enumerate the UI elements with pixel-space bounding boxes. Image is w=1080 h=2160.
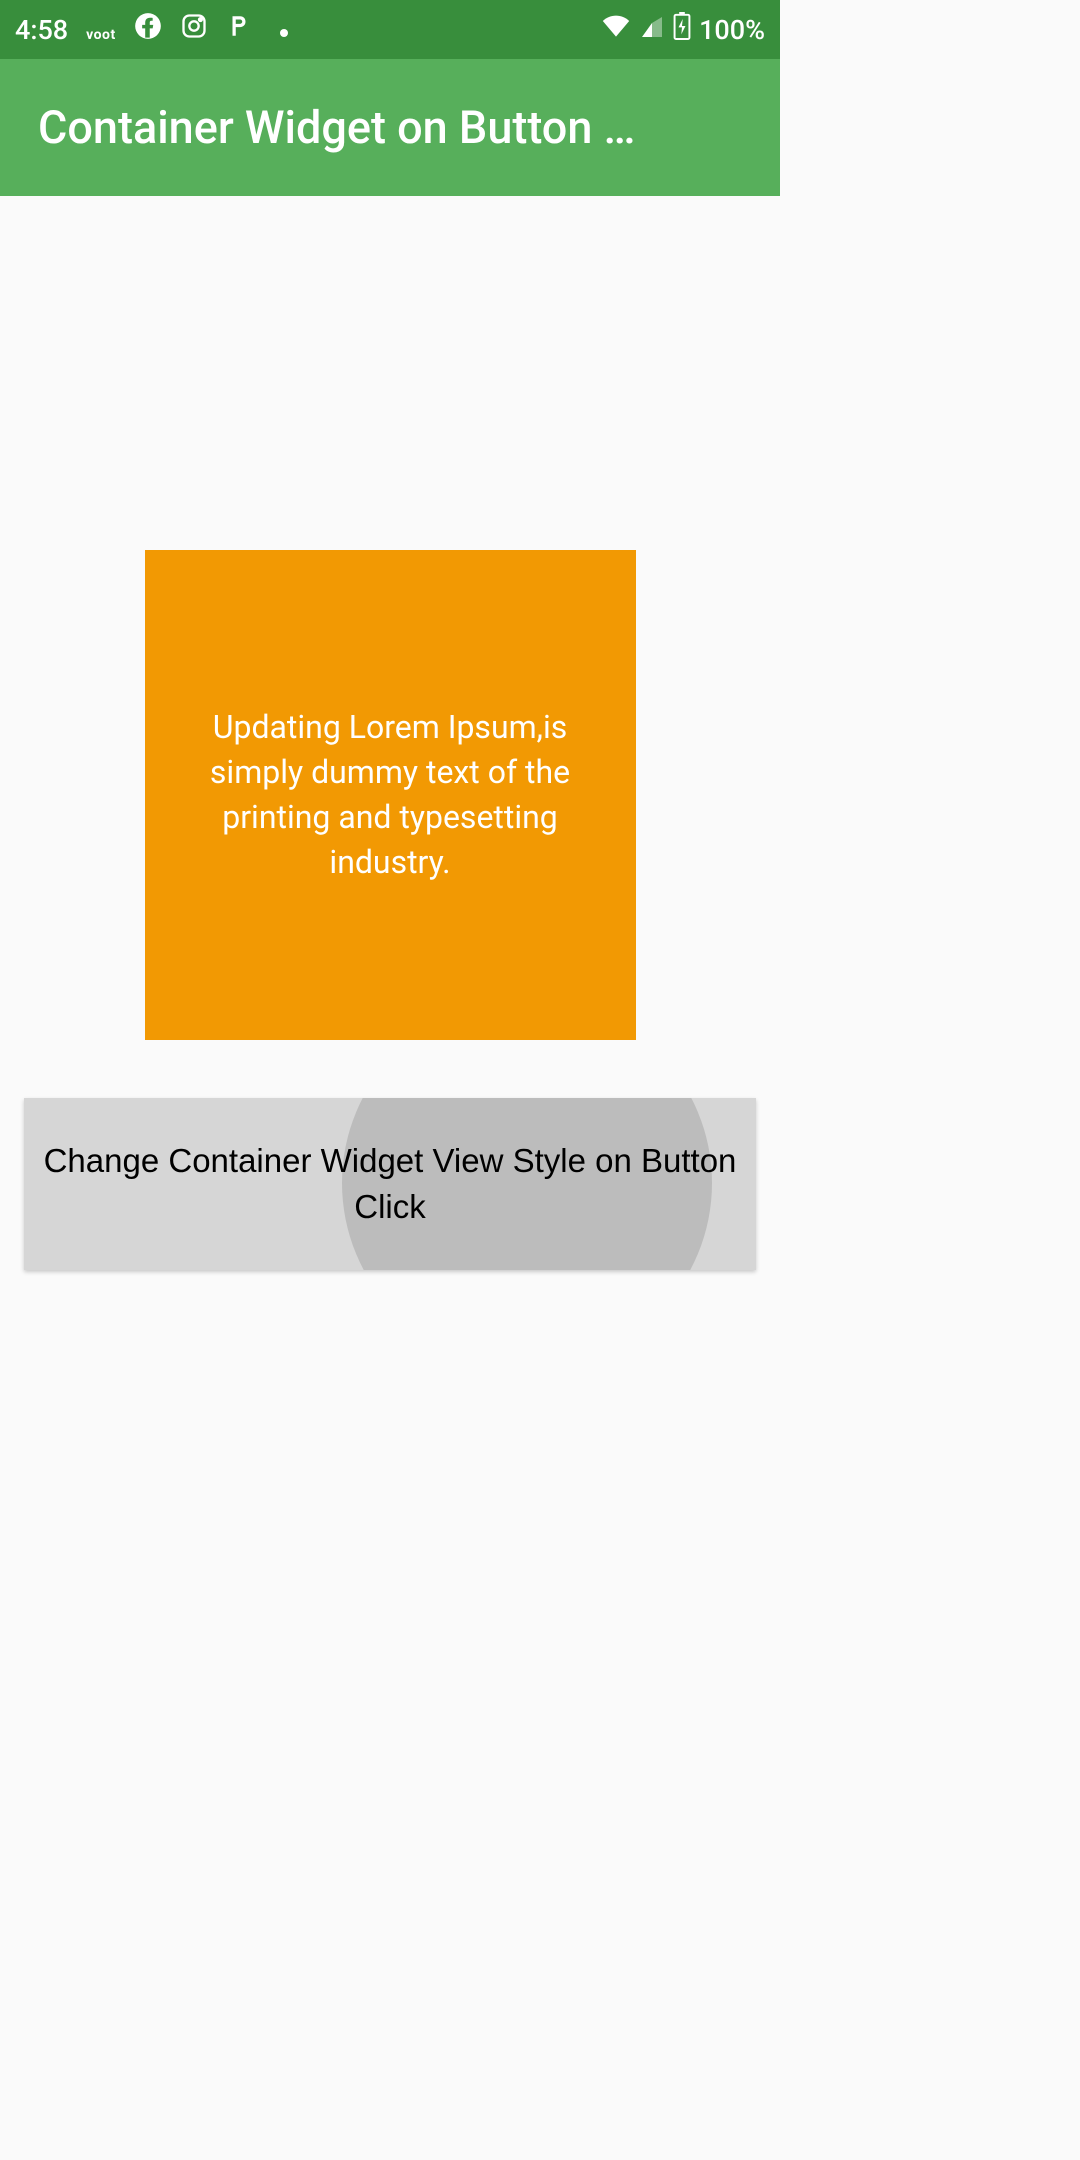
status-time: 4:58 xyxy=(15,14,68,46)
facebook-icon xyxy=(134,12,162,47)
app-bar-title: Container Widget on Button … xyxy=(38,101,742,154)
status-right: 100% xyxy=(601,12,765,47)
button-label: Change Container Widget View Style on Bu… xyxy=(24,1138,756,1230)
content-area: Updating Lorem Ipsum,is simply dummy tex… xyxy=(0,196,780,1560)
app-bar: Container Widget on Button … xyxy=(0,59,780,196)
battery-percent: 100% xyxy=(699,14,765,46)
wifi-icon xyxy=(601,14,631,46)
change-style-button[interactable]: Change Container Widget View Style on Bu… xyxy=(24,1098,756,1270)
p-icon xyxy=(226,13,252,46)
notification-dot-icon xyxy=(280,29,288,37)
status-left: 4:58 voot xyxy=(15,12,288,47)
container-text: Updating Lorem Ipsum,is simply dummy tex… xyxy=(175,705,606,884)
voot-icon: voot xyxy=(86,14,116,46)
instagram-icon xyxy=(180,12,208,47)
container-widget: Updating Lorem Ipsum,is simply dummy tex… xyxy=(145,550,636,1040)
signal-icon xyxy=(639,14,665,46)
status-bar: 4:58 voot 100% xyxy=(0,0,780,59)
battery-charging-icon xyxy=(673,12,691,47)
